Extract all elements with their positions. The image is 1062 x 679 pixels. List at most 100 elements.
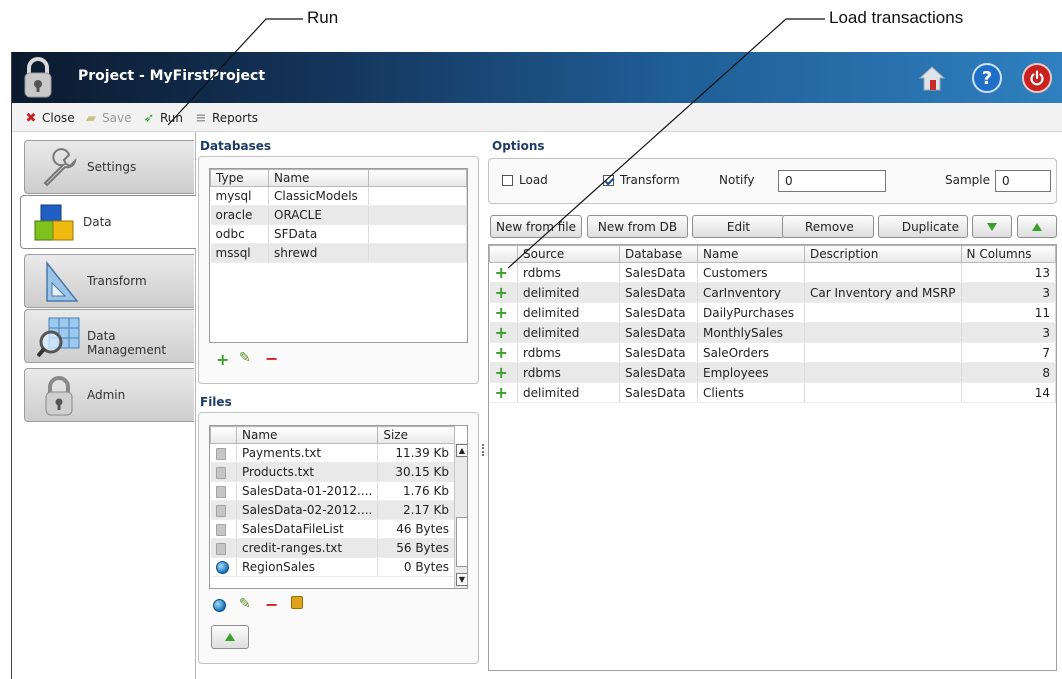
table-row[interactable]: + delimited SalesData MonthlySales 3 xyxy=(489,322,1056,343)
databases-table[interactable]: Type Name mysql ClassicModels oracle ORACL… xyxy=(209,168,468,343)
table-row[interactable]: SalesData-02-2012.... 2.17 Kb xyxy=(210,500,455,520)
load-checkbox-box[interactable] xyxy=(502,174,513,186)
table-row[interactable]: + delimited SalesData DailyPurchases 11 xyxy=(489,302,1056,323)
new-from-file-button[interactable]: New from file xyxy=(490,215,582,238)
callout-run-label: Run xyxy=(307,8,339,27)
move-up-button[interactable] xyxy=(1017,215,1057,238)
add-database-icon[interactable]: + xyxy=(216,350,229,369)
nav-item-settings[interactable]: Settings xyxy=(24,140,194,194)
column-header-source[interactable]: Source xyxy=(517,245,620,263)
file-icon xyxy=(215,485,226,498)
cell-blank xyxy=(368,186,467,206)
cell-name: SalesData-01-2012.... xyxy=(236,481,379,501)
remove-file-icon[interactable]: − xyxy=(265,595,278,614)
files-scrollbar[interactable]: ▲ ▼ xyxy=(454,443,467,588)
scroll-thumb[interactable] xyxy=(456,517,467,567)
power-icon[interactable] xyxy=(1022,63,1052,93)
edit-database-icon[interactable]: ✎ xyxy=(239,350,251,366)
save-icon: ▰ xyxy=(86,110,96,126)
transform-checkbox-box[interactable] xyxy=(603,174,614,186)
new-from-db-button[interactable]: New from DB xyxy=(587,215,688,238)
close-button[interactable]: ✖ Close xyxy=(24,109,75,127)
nav-item-data[interactable]: Data xyxy=(20,195,196,249)
column-header-name[interactable]: Name xyxy=(268,169,369,187)
expand-plus-icon[interactable]: + xyxy=(495,323,508,342)
edit-button[interactable]: Edit xyxy=(692,215,785,238)
file-icon xyxy=(215,466,226,479)
databases-panel: Type Name mysql ClassicModels oracle ORACL… xyxy=(198,156,479,384)
column-header-name[interactable]: Name xyxy=(697,245,805,263)
table-row[interactable]: oracle ORACLE xyxy=(210,205,467,225)
table-row[interactable]: + rdbms SalesData Customers 13 xyxy=(489,262,1056,283)
cell-name: Clients xyxy=(697,382,805,403)
add-url-icon[interactable] xyxy=(213,599,226,612)
globe-icon xyxy=(215,561,229,574)
reports-button[interactable]: ≡ Reports xyxy=(194,109,258,127)
notify-field[interactable]: 0 xyxy=(778,170,886,192)
column-header-n-columns[interactable]: N Columns xyxy=(960,245,1056,263)
cell-description xyxy=(804,302,962,323)
panel-splitter[interactable] xyxy=(482,444,484,456)
table-row[interactable]: mssql shrewd xyxy=(210,243,467,263)
options-title: Options xyxy=(492,139,545,153)
expand-plus-icon[interactable]: + xyxy=(495,363,508,382)
table-row[interactable]: SalesDataFileList 46 Bytes xyxy=(210,519,455,539)
table-row[interactable]: Products.txt 30.15 Kb xyxy=(210,462,455,482)
expand-plus-icon[interactable]: + xyxy=(495,383,508,402)
remove-database-icon[interactable]: − xyxy=(265,349,278,368)
arrow-up-icon xyxy=(1032,222,1042,231)
transform-checkbox[interactable]: Transform xyxy=(603,173,680,187)
triangle-ruler-icon xyxy=(46,261,79,302)
table-row[interactable]: mysql ClassicModels xyxy=(210,186,467,206)
column-header-database[interactable]: Database xyxy=(619,245,698,263)
table-row[interactable]: RegionSales 0 Bytes xyxy=(210,557,455,577)
edit-file-icon[interactable]: ✎ xyxy=(239,596,251,612)
column-header-type[interactable]: Type xyxy=(210,169,269,187)
sample-field[interactable]: 0 xyxy=(995,170,1051,192)
table-row[interactable]: + rdbms SalesData Employees 8 xyxy=(489,362,1056,383)
table-row[interactable]: + delimited SalesData Clients 14 xyxy=(489,382,1056,403)
load-checkbox[interactable]: Load xyxy=(502,173,548,187)
scroll-up-icon[interactable]: ▲ xyxy=(456,444,467,457)
title-bar: Project - MyFirstProject ? xyxy=(12,52,1062,103)
nav-item-transform[interactable]: Transform xyxy=(24,254,194,308)
sample-label: Sample xyxy=(945,173,990,187)
table-row[interactable]: credit-ranges.txt 56 Bytes xyxy=(210,538,455,558)
files-table[interactable]: Name Size Payments.txt 11.39 Kb Products.… xyxy=(209,425,468,589)
duplicate-button[interactable]: Duplicate xyxy=(878,215,968,238)
expand-plus-icon[interactable]: + xyxy=(495,343,508,362)
move-down-button[interactable] xyxy=(972,215,1012,238)
expand-plus-icon[interactable]: + xyxy=(495,263,508,282)
table-row[interactable]: odbc SFData xyxy=(210,224,467,244)
table-row[interactable]: + rdbms SalesData SaleOrders 7 xyxy=(489,342,1056,363)
cell-database: SalesData xyxy=(619,302,698,323)
cell-name: ClassicModels xyxy=(268,186,369,206)
cell-n-columns: 11 xyxy=(961,302,1056,323)
table-row[interactable]: SalesData-01-2012.... 1.76 Kb xyxy=(210,481,455,501)
sources-table[interactable]: Source Database Name Description N Colum… xyxy=(488,244,1057,671)
column-header-size[interactable]: Size xyxy=(377,426,455,444)
cell-source: delimited xyxy=(517,382,620,403)
home-icon[interactable] xyxy=(917,63,947,93)
files-panel: Name Size Payments.txt 11.39 Kb Products.… xyxy=(198,412,479,664)
column-header-description[interactable]: Description xyxy=(804,245,962,263)
cell-database: SalesData xyxy=(619,322,698,343)
nav-item-admin[interactable]: Admin xyxy=(24,368,194,422)
table-row[interactable]: Payments.txt 11.39 Kb xyxy=(210,443,455,463)
column-header-name[interactable]: Name xyxy=(235,426,379,444)
load-label: Load xyxy=(519,173,548,187)
help-icon[interactable]: ? xyxy=(972,63,1002,93)
run-button[interactable]: ➶ Run xyxy=(142,109,183,127)
cell-source: delimited xyxy=(517,302,620,323)
scroll-down-icon[interactable]: ▼ xyxy=(456,573,467,586)
window-title: Project - MyFirstProject xyxy=(78,68,266,84)
expand-plus-icon[interactable]: + xyxy=(495,303,508,322)
package-icon[interactable] xyxy=(291,596,303,609)
table-row[interactable]: + delimited SalesData CarInventory Car Inven… xyxy=(489,282,1056,303)
expand-plus-icon[interactable]: + xyxy=(495,283,508,302)
cell-name: Products.txt xyxy=(236,462,379,482)
upload-button[interactable] xyxy=(211,625,249,649)
remove-button[interactable]: Remove xyxy=(782,215,874,238)
nav-item-data-management[interactable]: Data Management xyxy=(24,309,194,363)
save-button[interactable]: ▰ Save xyxy=(84,109,131,127)
